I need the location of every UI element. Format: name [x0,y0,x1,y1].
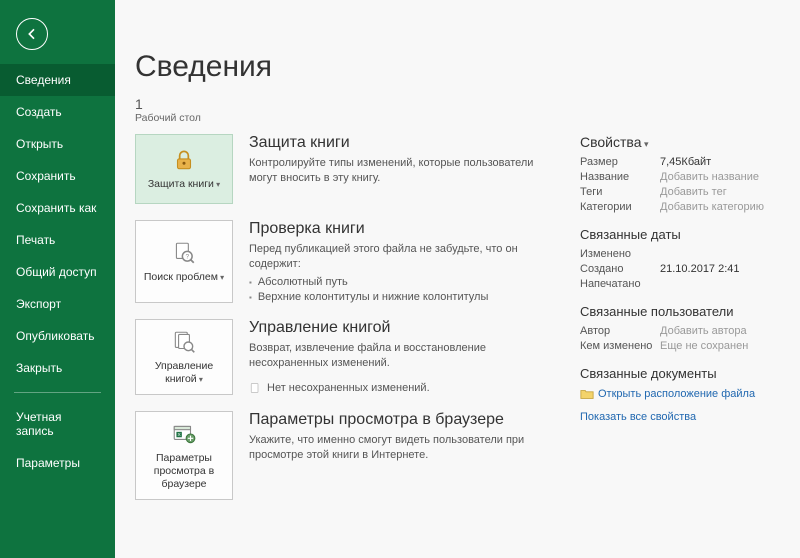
manage-btn-label: Управление книгой [155,360,213,385]
sidebar-item-print[interactable]: Печать [0,224,115,256]
sidebar: Сведения Создать Открыть Сохранить Сохра… [0,0,115,558]
browser-view-options-button[interactable]: X Параметры просмотра в браузере [135,411,233,500]
open-loc-label: Открыть расположение файла [598,388,755,400]
sidebar-item-close[interactable]: Закрыть [0,352,115,384]
sidebar-item-save[interactable]: Сохранить [0,160,115,192]
sidebar-separator [14,392,101,393]
prop-row: Кем измененоЕще не сохранен [580,340,780,352]
manage-title: Управление книгой [249,319,560,337]
sidebar-item-account[interactable]: Учетная запись [0,401,115,447]
main-panel: Сведения 1 Рабочий стол Защита книги ▾ З… [115,0,800,558]
prop-row: Создано21.10.2017 2:41 [580,263,780,275]
file-name: 1 [135,96,780,112]
file-location: Рабочий стол [135,112,780,124]
browser-btn-label: Параметры просмотра в браузере [140,452,228,491]
back-button[interactable] [16,18,48,50]
manage-warn-row: Нет несохраненных изменений. [249,378,560,394]
inspect-title: Проверка книги [249,220,560,238]
section-manage: Управление книгой ▾ Управление книгой Во… [135,319,560,395]
info-sections: Защита книги ▾ Защита книги Контролируйт… [135,134,560,516]
prop-row[interactable]: ТегиДобавить тег [580,186,780,198]
sidebar-item-publish[interactable]: Опубликовать [0,320,115,352]
protect-btn-label: Защита книги [148,178,214,190]
inspect-btn-label: Поиск проблем [144,271,218,283]
section-browser: X Параметры просмотра в браузере Парамет… [135,411,560,500]
sidebar-item-new[interactable]: Создать [0,96,115,128]
browser-icon: X [169,420,199,448]
browser-text: Укажите, что именно смогут видеть пользо… [249,433,560,464]
inspect-bullet: Верхние колонтитулы и нижние колонтитулы [249,291,560,303]
section-protect: Защита книги ▾ Защита книги Контролируйт… [135,134,560,204]
svg-text:?: ? [185,253,189,260]
prop-row: Изменено [580,248,780,260]
properties-panel: Свойства Размер7,45Кбайт НазваниеДобавит… [580,134,780,516]
prop-row: Размер7,45Кбайт [580,156,780,168]
sidebar-item-export[interactable]: Экспорт [0,288,115,320]
page-title: Сведения [135,50,780,84]
protect-text: Контролируйте типы изменений, которые по… [249,156,560,187]
show-all-properties-link[interactable]: Показать все свойства [580,411,780,423]
prop-row: Напечатано [580,278,780,290]
manage-warn-text: Нет несохраненных изменений. [267,382,430,394]
section-inspect: ? Поиск проблем ▾ Проверка книги Перед п… [135,220,560,303]
manage-workbook-button[interactable]: Управление книгой ▾ [135,319,233,395]
folder-icon [580,387,594,401]
check-for-issues-button[interactable]: ? Поиск проблем ▾ [135,220,233,303]
prop-row[interactable]: КатегорииДобавить категорию [580,201,780,213]
prop-row[interactable]: НазваниеДобавить название [580,171,780,183]
inspect-lead: Перед публикацией этого файла не забудьт… [249,242,560,273]
sidebar-item-open[interactable]: Открыть [0,128,115,160]
sidebar-item-options[interactable]: Параметры [0,447,115,479]
sidebar-item-saveas[interactable]: Сохранить как [0,192,115,224]
prop-row[interactable]: АвторДобавить автора [580,325,780,337]
open-file-location-link[interactable]: Открыть расположение файла [580,387,780,401]
protect-workbook-button[interactable]: Защита книги ▾ [135,134,233,204]
related-dates-title: Связанные даты [580,227,780,242]
document-icon [249,382,261,394]
manage-text: Возврат, извлечение файла и восстановлен… [249,341,560,372]
sidebar-item-share[interactable]: Общий доступ [0,256,115,288]
sidebar-item-info[interactable]: Сведения [0,64,115,96]
protect-title: Защита книги [249,134,560,152]
related-people-title: Связанные пользователи [580,304,780,319]
properties-title[interactable]: Свойства [580,134,780,150]
inspect-icon: ? [169,239,199,267]
browser-title: Параметры просмотра в браузере [249,411,560,429]
arrow-left-icon [24,26,40,42]
inspect-bullet: Абсолютный путь [249,276,560,288]
related-docs-title: Связанные документы [580,366,780,381]
manage-icon [169,328,199,356]
lock-icon [169,146,199,174]
